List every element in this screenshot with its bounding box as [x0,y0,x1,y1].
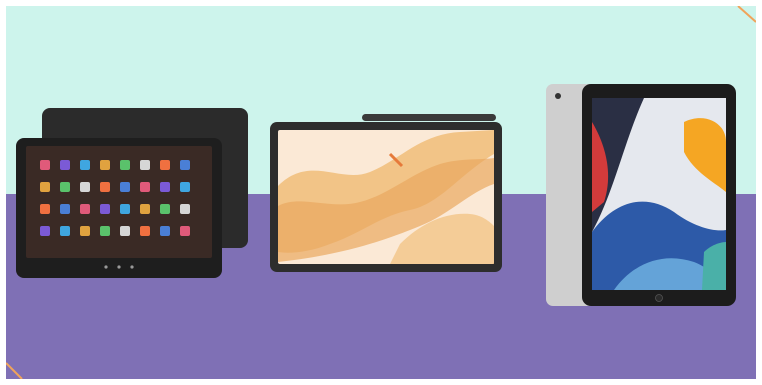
app-icon [40,160,50,170]
app-icon [120,226,130,236]
app-icon [160,226,170,236]
app-icon [60,226,70,236]
app-icon [120,182,130,192]
app-icon [100,182,110,192]
app-icon [40,204,50,214]
app-icon [80,226,90,236]
app-icon [180,182,190,192]
app-icon [80,182,90,192]
ipad-image [546,84,736,306]
app-icon [60,204,70,214]
fire-tablet-image [16,108,248,278]
app-icon [60,182,70,192]
app-icon [140,160,150,170]
app-icon [100,204,110,214]
app-icon [160,182,170,192]
app-icon [100,160,110,170]
corner-accent-bottom-left [6,362,23,379]
app-icon [100,226,110,236]
app-icon [80,160,90,170]
app-icon [140,182,150,192]
stylus-pen [362,114,496,121]
app-icon [180,226,190,236]
app-icon [120,204,130,214]
app-icon [160,160,170,170]
app-icon [60,160,70,170]
app-icon [180,204,190,214]
app-icon [120,160,130,170]
app-icon [140,226,150,236]
app-icon [40,226,50,236]
app-icon [180,160,190,170]
app-icon [80,204,90,214]
product-banner [6,6,756,379]
app-icon [160,204,170,214]
galaxy-tablet-image [270,114,502,272]
app-icon [140,204,150,214]
corner-accent-top-right [737,6,756,23]
app-icon [40,182,50,192]
